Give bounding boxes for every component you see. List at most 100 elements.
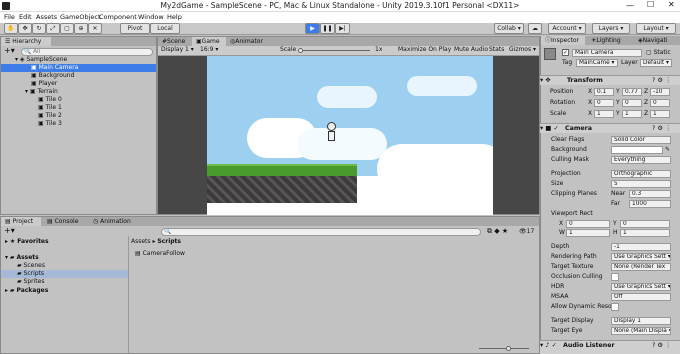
menu-window[interactable]: Window — [138, 13, 164, 21]
tab-lighting[interactable]: ☀Lighting — [587, 36, 633, 45]
collab-button[interactable]: Collab ▾ — [494, 23, 524, 34]
audio-listener-menu-icon[interactable]: ? ⚙ ⋮ — [652, 341, 671, 351]
camera-menu-icon[interactable]: ? ⚙ ⋮ — [652, 124, 671, 134]
viewport-x-field[interactable]: 0 — [566, 220, 610, 228]
minimize-button[interactable]: — — [626, 1, 634, 10]
transform-header[interactable]: ▾ ✥ Transform? ⚙ ⋮ — [540, 75, 680, 85]
scale-x-field[interactable]: 1 — [594, 110, 614, 118]
static-toggle[interactable]: ▢ Static — [646, 49, 671, 57]
culling-mask-dropdown[interactable]: Everything — [611, 156, 671, 164]
folder-scenes[interactable]: ▰ Scenes — [17, 262, 45, 270]
background-color-swatch[interactable] — [611, 146, 663, 154]
layers-button[interactable]: Layers ▾ — [592, 23, 630, 34]
tab-scene[interactable]: #Scene — [158, 37, 192, 46]
menu-edit[interactable]: Edit — [19, 13, 32, 21]
tab-hierarchy[interactable]: ☰ Hierarchy — [1, 37, 51, 46]
step-button[interactable]: ▶| — [335, 23, 350, 34]
transform-menu-icon[interactable]: ? ⚙ ⋮ — [652, 76, 671, 86]
rect-tool-button[interactable]: ▢ — [60, 23, 74, 34]
transform-tool-button[interactable]: ⊕ — [74, 23, 88, 34]
custom-tool-button[interactable]: ✕ — [88, 23, 102, 34]
tab-console[interactable]: ▤ Console — [43, 217, 87, 226]
target-eye-dropdown[interactable]: None (Main Displa ▾ — [611, 327, 671, 335]
viewport-y-field[interactable]: 0 — [620, 220, 670, 228]
scale-y-field[interactable]: 1 — [622, 110, 642, 118]
project-divider[interactable] — [128, 236, 129, 354]
add-object-button[interactable]: +▾ — [4, 47, 15, 55]
file-item[interactable]: ▤ CameraFollow — [135, 250, 185, 258]
assets-item[interactable]: ▾ ▰ Assets — [5, 254, 39, 262]
mute-audio-toggle[interactable]: Mute Audio — [454, 46, 488, 54]
viewport-h-field[interactable]: 1 — [620, 229, 670, 237]
audio-listener-header[interactable]: ▾ ♪ ✓ Audio Listener? ⚙ ⋮ — [540, 340, 680, 354]
projection-dropdown[interactable]: Orthographic — [611, 170, 671, 178]
object-name-field[interactable]: Main Camera — [572, 49, 642, 57]
hierarchy-item-player[interactable]: ▣ Player — [31, 80, 57, 88]
hierarchy-item-samplescene[interactable]: ▾ ◈ SampleScene — [15, 56, 155, 64]
local-toggle[interactable]: Local — [150, 23, 180, 34]
pause-button[interactable]: ❚❚ — [320, 23, 335, 34]
account-button[interactable]: Account ▾ — [548, 23, 586, 34]
menu-file[interactable]: File — [4, 13, 15, 21]
project-search-input[interactable]: 🔍 — [161, 228, 481, 236]
position-z-field[interactable]: -10 — [650, 88, 670, 96]
pivot-toggle[interactable]: Pivot — [120, 23, 150, 34]
move-tool-button[interactable]: ✥ — [18, 23, 32, 34]
display-dropdown[interactable]: Display 1 ▾ — [161, 46, 194, 54]
scale-tool-button[interactable]: ⤢ — [46, 23, 60, 34]
hand-tool-button[interactable]: ✋ — [4, 23, 18, 34]
hierarchy-item-tile-2[interactable]: ▣ Tile 2 — [38, 112, 62, 120]
eyedropper-icon[interactable]: ✎ — [665, 146, 670, 154]
close-button[interactable]: ✕ — [668, 0, 675, 9]
tab-inspector[interactable]: ⓘInspector — [541, 36, 585, 45]
allow-dynamic-resolution-checkbox[interactable] — [611, 303, 619, 311]
menu-gameobject[interactable]: GameObject — [60, 13, 101, 21]
msaa-dropdown[interactable]: Off — [611, 293, 671, 301]
hierarchy-item-terrain[interactable]: ▾ ▣ Terrain — [25, 88, 58, 96]
icon-size-slider-handle[interactable] — [506, 346, 511, 351]
hierarchy-item-background[interactable]: ▣ Background — [31, 72, 74, 80]
menu-component[interactable]: Component — [99, 13, 137, 21]
rotate-tool-button[interactable]: ↻ — [32, 23, 46, 34]
far-field[interactable]: 1000 — [629, 200, 671, 208]
folder-sprites[interactable]: ▰ Sprites — [17, 278, 44, 286]
stats-toggle[interactable]: Stats — [489, 46, 504, 54]
menu-assets[interactable]: Assets — [36, 13, 57, 21]
position-x-field[interactable]: 0.1 — [594, 88, 614, 96]
layer-dropdown[interactable]: Default ▾ — [640, 59, 672, 67]
hdr-dropdown[interactable]: Use Graphics Sett ▾ — [611, 283, 671, 291]
hierarchy-search-input[interactable]: 🔍 All — [21, 48, 153, 56]
occlusion-culling-checkbox[interactable] — [611, 273, 619, 281]
active-checkbox[interactable]: ✓ — [562, 49, 569, 56]
hierarchy-item-tile-3[interactable]: ▣ Tile 3 — [38, 120, 62, 128]
folder-scripts[interactable]: ▰ Scripts — [1, 270, 128, 278]
cloud-button[interactable]: ☁ — [528, 23, 542, 34]
clear-flags-dropdown[interactable]: Solid Color — [611, 136, 671, 144]
tab-project[interactable]: ▤ Project — [1, 217, 41, 226]
play-button[interactable]: ▶ — [305, 23, 320, 34]
rotation-y-field[interactable]: 0 — [622, 99, 642, 107]
tab-animation[interactable]: ◷ Animation — [89, 217, 139, 226]
rendering-path-dropdown[interactable]: Use Graphics Sett ▾ — [611, 253, 671, 261]
breadcrumb-assets[interactable]: Assets — [131, 238, 151, 245]
tag-dropdown[interactable]: MainCame ▾ — [576, 59, 618, 67]
tab-navigation[interactable]: ◈Navigati — [634, 36, 680, 45]
near-field[interactable]: 0.3 — [629, 190, 671, 198]
tab-game[interactable]: ▣Game — [192, 37, 226, 46]
viewport-w-field[interactable]: 1 — [566, 229, 610, 237]
menu-help[interactable]: Help — [167, 13, 182, 21]
game-viewport[interactable] — [207, 56, 493, 215]
camera-header[interactable]: ▾ ■ ✓ Camera? ⚙ ⋮ — [540, 123, 680, 133]
gizmos-dropdown[interactable]: Gizmos ▾ — [509, 46, 536, 54]
scale-slider-handle[interactable] — [298, 48, 303, 53]
target-texture-field[interactable]: None (Render Tex — [611, 263, 671, 271]
filter-icon[interactable]: ⧉ ◆ ★ — [487, 227, 508, 236]
target-display-dropdown[interactable]: Display 1 — [611, 317, 671, 325]
create-asset-button[interactable]: +▾ — [4, 227, 15, 235]
tab-animator[interactable]: ◎Animator — [226, 37, 276, 46]
hierarchy-item-tile-1[interactable]: ▣ Tile 1 — [38, 104, 62, 112]
depth-field[interactable]: -1 — [611, 243, 671, 251]
aspect-dropdown[interactable]: 16:9 ▾ — [200, 46, 218, 54]
scale-slider[interactable] — [300, 50, 370, 51]
layout-button[interactable]: Layout ▾ — [636, 23, 676, 34]
